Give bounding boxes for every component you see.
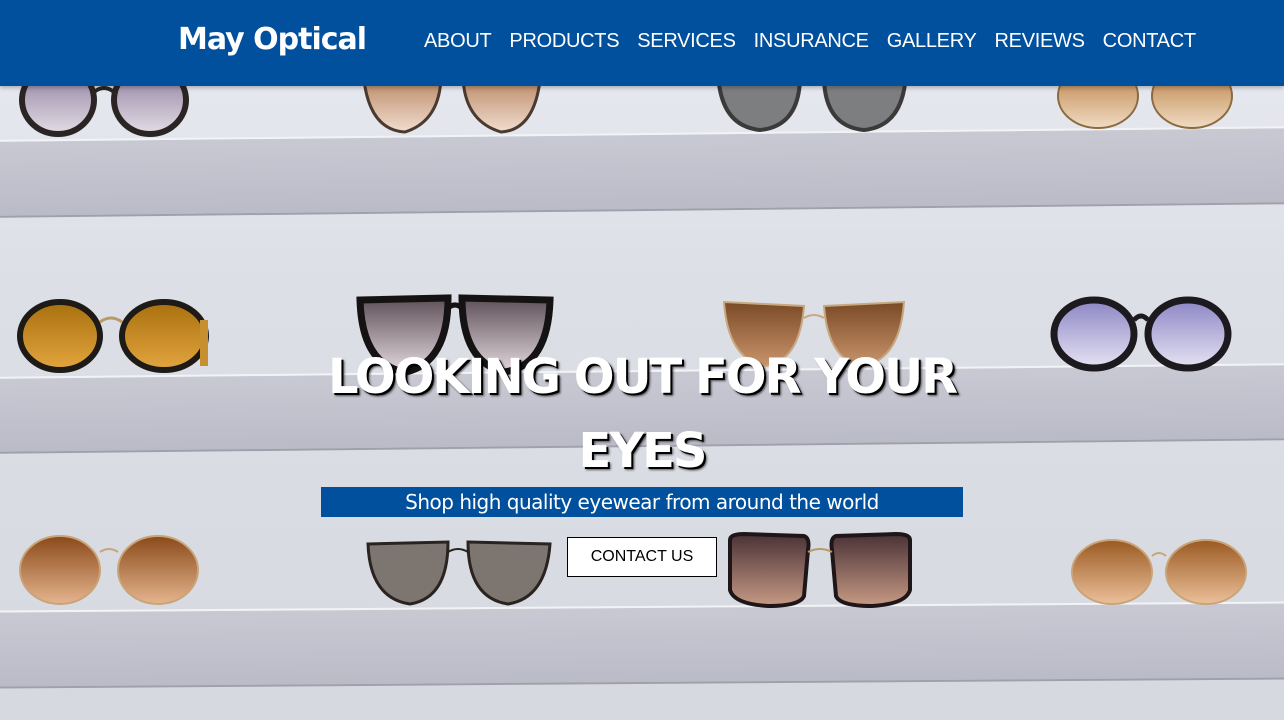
sunglasses-image	[14, 296, 214, 376]
sunglasses-image	[1066, 538, 1252, 608]
nav-contact[interactable]: CONTACT	[1103, 30, 1196, 53]
sunglasses-image	[724, 530, 916, 610]
nav-gallery[interactable]: GALLERY	[887, 30, 977, 53]
nav-products[interactable]: PRODUCTS	[509, 30, 619, 53]
nav-reviews[interactable]: REVIEWS	[995, 30, 1085, 53]
sunglasses-image	[1040, 294, 1240, 372]
contact-us-button[interactable]: CONTACT US	[567, 537, 717, 577]
nav-insurance[interactable]: INSURANCE	[754, 30, 869, 53]
sunglasses-image	[14, 532, 206, 608]
display-shelf	[0, 601, 1284, 689]
nav-services[interactable]: SERVICES	[637, 30, 736, 53]
hero-title: LOOKING OUT FOR YOUR EYES	[327, 349, 958, 479]
hero-tagline: Shop high quality eyewear from around th…	[321, 487, 963, 517]
nav-about[interactable]: ABOUT	[424, 30, 492, 53]
site-header: May Optical ABOUT PRODUCTS SERVICES INSU…	[0, 0, 1284, 86]
display-shelf	[0, 126, 1284, 218]
sunglasses-image	[364, 536, 554, 608]
main-nav: ABOUT PRODUCTS SERVICES INSURANCE GALLER…	[424, 30, 1196, 53]
brand-logo[interactable]: May Optical	[178, 22, 367, 57]
